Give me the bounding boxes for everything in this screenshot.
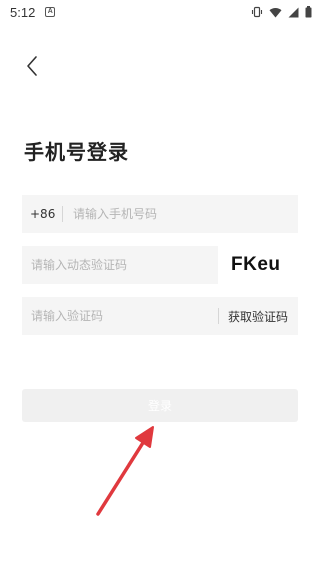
captcha-input[interactable]	[22, 246, 218, 284]
status-bar: 5:12 A	[0, 0, 320, 24]
login-button[interactable]: 登录	[22, 389, 298, 422]
phone-input[interactable]	[73, 195, 298, 233]
status-time: 5:12	[10, 4, 36, 20]
status-icons	[251, 6, 312, 18]
chevron-left-icon	[27, 56, 37, 76]
captcha-image[interactable]: FKeu	[231, 252, 281, 278]
a-icon: A	[45, 7, 56, 17]
battery-icon	[305, 6, 312, 18]
phone-field: +86	[22, 195, 298, 233]
back-button[interactable]	[20, 52, 44, 80]
vibrate-icon	[251, 6, 263, 18]
page-title: 手机号登录	[24, 140, 129, 164]
captcha-field	[22, 246, 218, 284]
sms-code-field: 获取验证码	[22, 297, 298, 335]
country-code[interactable]: +86	[22, 207, 62, 221]
signal-icon	[288, 7, 299, 18]
divider	[217, 308, 219, 324]
divider	[62, 206, 63, 222]
wifi-icon	[269, 7, 282, 18]
get-code-button[interactable]: 获取验证码	[228, 308, 298, 325]
annotation-arrow-icon	[96, 426, 154, 516]
sms-code-input[interactable]	[22, 297, 218, 335]
